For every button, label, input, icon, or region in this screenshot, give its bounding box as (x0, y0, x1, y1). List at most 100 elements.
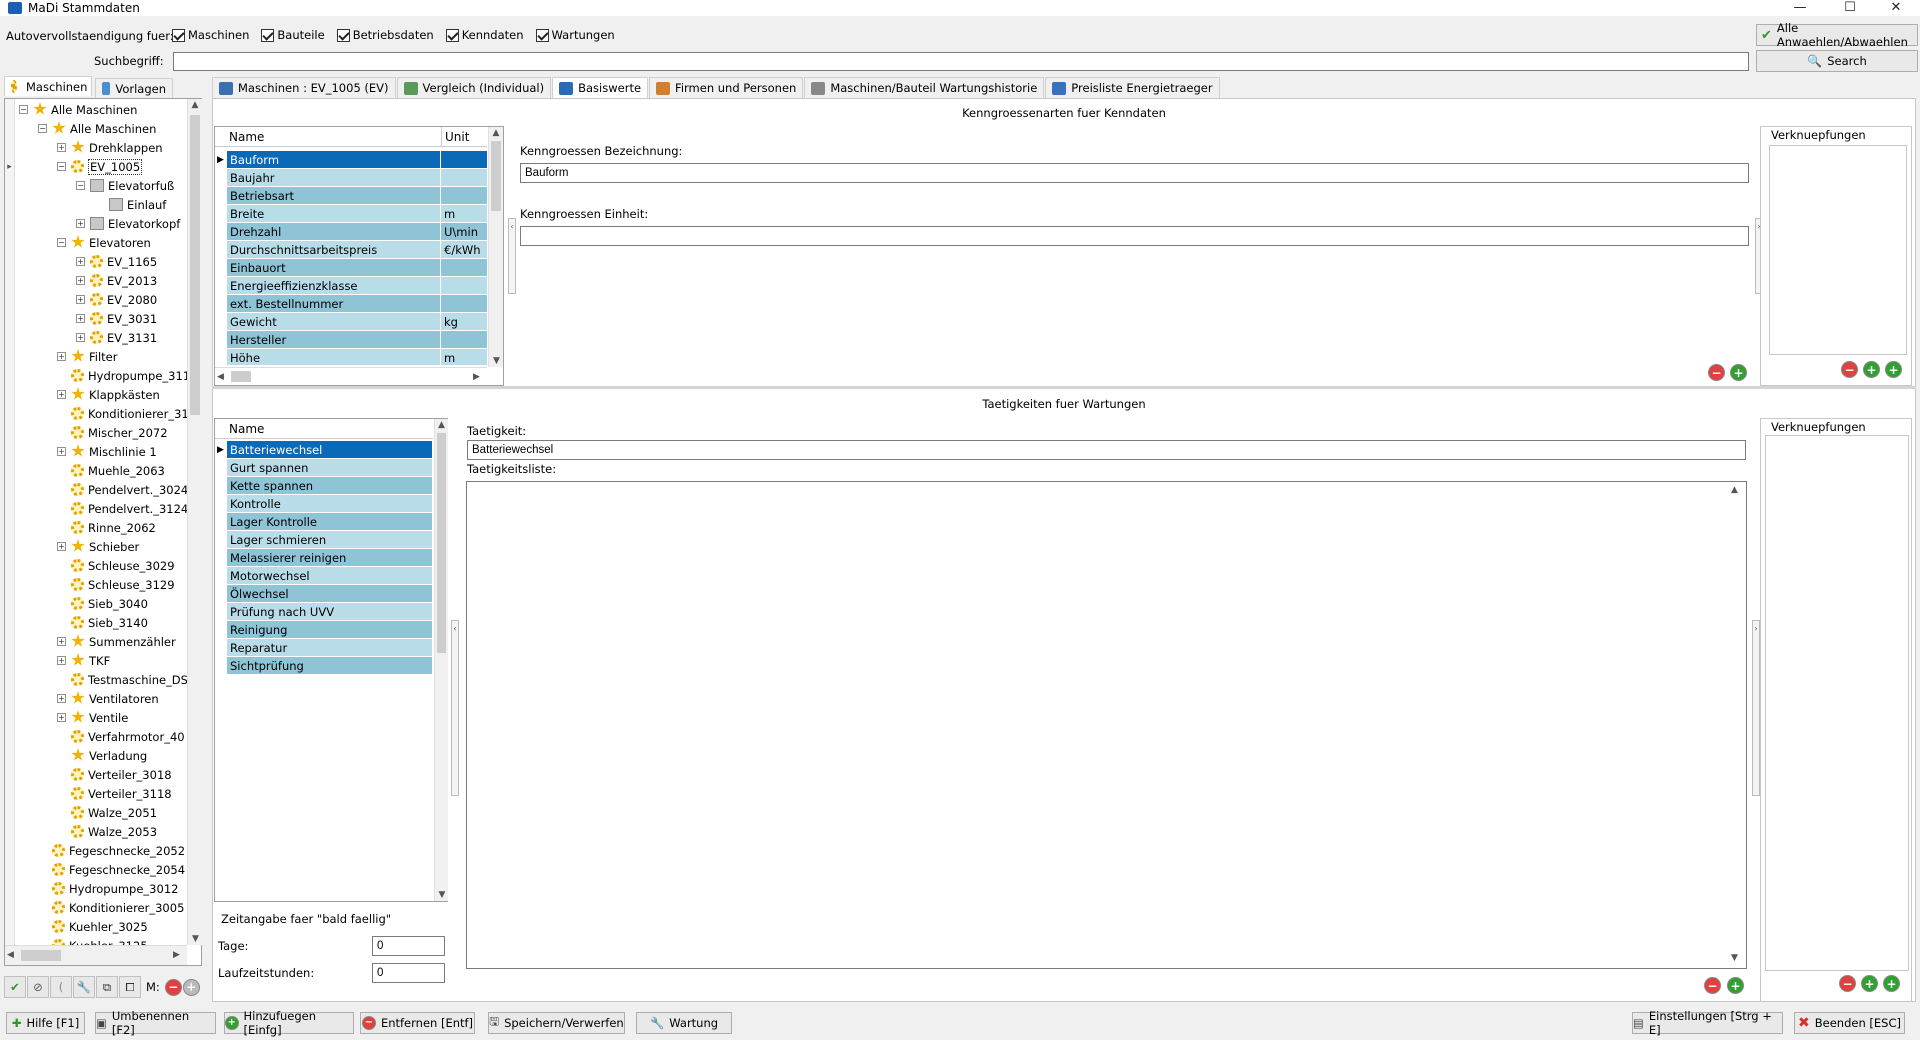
kenn-cell-unit[interactable]: m (441, 205, 487, 222)
wart-cell-name[interactable]: Sichtprüfung (227, 657, 432, 674)
kenn-scroll-thumb[interactable] (491, 141, 501, 211)
settings-button[interactable]: ▤ Einstellungen [Strg + E] (1632, 1009, 1783, 1037)
expand-node-icon[interactable]: + (76, 276, 85, 285)
collapse-icon[interactable]: ( (50, 976, 72, 998)
tab-maschinen-bauteil-wartungshistorie[interactable]: Maschinen/Bauteil Wartungshistorie (804, 77, 1045, 98)
tree-node[interactable]: + Summenzähler (15, 633, 189, 651)
kenn-row[interactable]: Breite m (215, 205, 487, 223)
tree-node[interactable]: Konditionierer_3005 (15, 899, 189, 917)
tree-node[interactable]: − Alle Maschinen (15, 120, 189, 138)
tree-node[interactable]: + Drehklappen (15, 139, 189, 157)
tab-preisliste-energietraeger[interactable]: Preisliste Energietraeger (1045, 77, 1220, 98)
wart-row[interactable]: Gurt spannen (215, 459, 433, 477)
tree-node[interactable]: Schleuse_3029 (15, 557, 189, 575)
kenn-cell-unit[interactable] (441, 331, 487, 348)
kenn-vscrollbar[interactable]: ▲ ▼ (488, 127, 503, 367)
tree-node[interactable]: Hydropumpe_311 (15, 367, 189, 385)
minimize-button[interactable]: — (1780, 0, 1820, 16)
wart-remove-icon[interactable]: − (1704, 977, 1721, 994)
kenn-cell-unit[interactable]: U\min (441, 223, 487, 240)
maximize-button[interactable]: ☐ (1830, 0, 1870, 16)
wart-links-list[interactable] (1765, 435, 1909, 971)
kenn-splitter-left[interactable]: ‹ (508, 218, 516, 294)
wart-splitter-left[interactable]: ‹ (451, 620, 459, 796)
wart-cell-name[interactable]: Reparatur (227, 639, 432, 656)
wart-row[interactable]: Kette spannen (215, 477, 433, 495)
scroll-up-icon[interactable]: ▲ (188, 99, 202, 113)
tab-firmen-und-personen[interactable]: Firmen und Personen (649, 77, 804, 98)
tree-node[interactable]: + Ventile (15, 709, 189, 727)
wart-row[interactable]: Reinigung (215, 621, 433, 639)
tree-vscrollbar[interactable]: ▲ ▼ (187, 99, 202, 945)
copy-icon[interactable]: ⧉ (96, 976, 118, 998)
tree-node[interactable]: + Filter (15, 348, 189, 366)
collapse-node-icon[interactable]: − (19, 105, 28, 114)
collapse-left-icon[interactable]: ‹ (452, 623, 458, 635)
checkbox[interactable] (445, 28, 459, 42)
add-button[interactable]: + Hinzufuegen [Einfg] (224, 1009, 354, 1037)
kenn-cell-name[interactable]: Einbauort (227, 259, 440, 276)
kenn-add-icon[interactable]: + (1730, 364, 1747, 381)
tree-node[interactable]: Sieb_3140 (15, 614, 189, 632)
scroll-right-icon[interactable]: ▶ (173, 949, 180, 961)
tree-scroll-thumb[interactable] (190, 115, 200, 415)
autofill-option-kenndaten[interactable]: Kenndaten (445, 28, 524, 42)
tab-vergleich-individual[interactable]: Vergleich (Individual) (396, 77, 552, 98)
kenn-links-add-other-icon[interactable]: + (1885, 361, 1902, 378)
kenn-row[interactable]: Baujahr (215, 169, 487, 187)
tab-maschinen-ev-1005-ev[interactable]: Maschinen : EV_1005 (EV) (212, 77, 396, 98)
tab-maschinen[interactable]: Maschinen (4, 76, 92, 96)
collapse-node-icon[interactable]: − (76, 181, 85, 190)
wart-row[interactable]: Sichtprüfung (215, 657, 433, 675)
scroll-up-icon[interactable]: ▲ (1731, 484, 1738, 496)
wart-cell-name[interactable]: Reinigung (227, 621, 432, 638)
wrench-icon[interactable]: 🔧 (73, 976, 95, 998)
kenn-cell-name[interactable]: Energieeffizienzklasse (227, 277, 440, 294)
laufzeit-input[interactable] (372, 963, 445, 983)
kenn-row[interactable]: Einbauort (215, 259, 487, 277)
scroll-right-icon[interactable]: ▶ (473, 371, 480, 383)
wart-cell-name[interactable]: Lager Kontrolle (227, 513, 432, 530)
wart-cell-name[interactable]: Batteriewechsel (227, 441, 432, 458)
kenn-cell-name[interactable]: Drehzahl (227, 223, 440, 240)
wart-row[interactable]: Ölwechsel (215, 585, 433, 603)
tree-node[interactable]: − EV_1005 (15, 158, 189, 176)
kenn-col-unit[interactable]: Unit (441, 127, 469, 147)
tree-node[interactable]: + Klappkästen (15, 386, 189, 404)
scroll-down-icon[interactable]: ▼ (435, 889, 449, 901)
cancel-icon[interactable]: ⊘ (27, 976, 49, 998)
expand-node-icon[interactable]: + (76, 295, 85, 304)
search-input[interactable] (173, 52, 1749, 71)
kenn-hscroll-thumb[interactable] (231, 371, 251, 382)
kenn-row[interactable]: Hersteller (215, 331, 487, 349)
tree-node[interactable]: Testmaschine_DS (15, 671, 189, 689)
kenn-links-remove-icon[interactable]: − (1841, 361, 1858, 378)
kenn-row[interactable]: ▶ Bauform (215, 151, 487, 169)
tree-node[interactable]: Kuehler_3125 (15, 937, 189, 945)
expand-node-icon[interactable]: + (57, 352, 66, 361)
kenn-links-list[interactable] (1769, 145, 1907, 355)
tree-node[interactable]: Fegeschnecke_2054 (15, 861, 189, 879)
kenn-row[interactable]: Gewicht kg (215, 313, 487, 331)
wart-cell-name[interactable]: Ölwechsel (227, 585, 432, 602)
checkbox[interactable] (336, 28, 350, 42)
tree-node[interactable]: + EV_3031 (15, 310, 189, 328)
expand-node-icon[interactable]: + (76, 314, 85, 323)
tree-node[interactable]: Walze_2051 (15, 804, 189, 822)
tree-node[interactable]: + TKF (15, 652, 189, 670)
checkbox[interactable] (172, 28, 185, 42)
kenn-cell-name[interactable]: Hersteller (227, 331, 440, 348)
save-button[interactable]: 🖫 Speichern/Verwerfen (488, 1012, 625, 1034)
kenn-cell-unit[interactable] (441, 259, 487, 276)
kenn-einheit-input[interactable] (520, 226, 1749, 246)
tree-node[interactable]: Rinne_2062 (15, 519, 189, 537)
tree-node[interactable]: Verfahrmotor_40 (15, 728, 189, 746)
collapse-node-icon[interactable]: − (57, 238, 66, 247)
kenn-cell-name[interactable]: ext. Bestellnummer (227, 295, 440, 312)
wart-row[interactable]: Reparatur (215, 639, 433, 657)
tree-hscroll-thumb[interactable] (21, 950, 61, 961)
kenn-col-name[interactable]: Name (229, 130, 264, 144)
wart-cell-name[interactable]: Lager schmieren (227, 531, 432, 548)
tree-node[interactable]: Mischer_2072 (15, 424, 189, 442)
wart-vscrollbar[interactable]: ▲ ▼ (434, 419, 448, 901)
